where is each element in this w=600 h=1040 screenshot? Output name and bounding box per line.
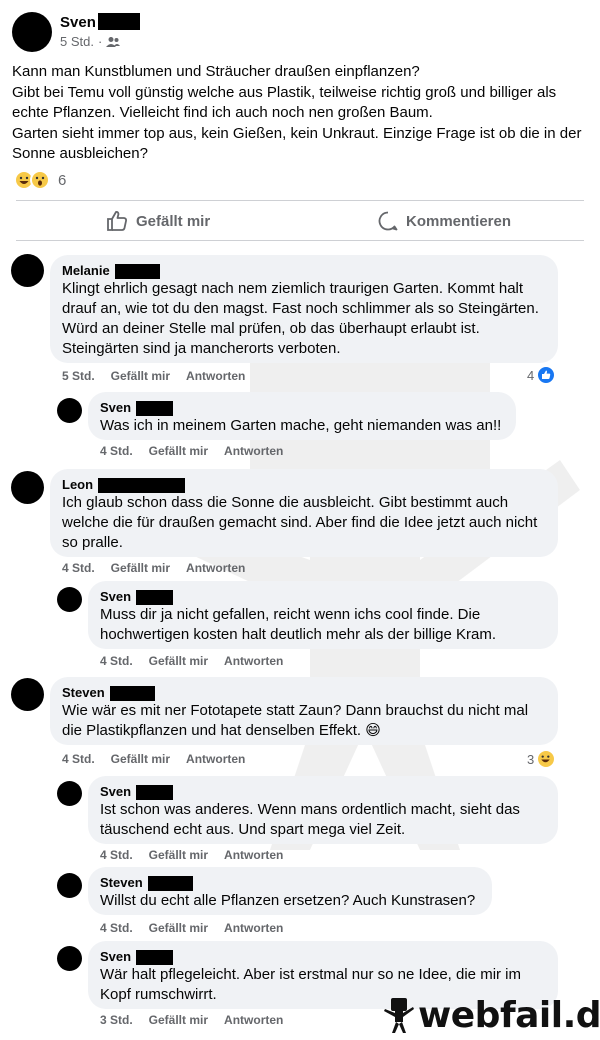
- comment-reply-button[interactable]: Antworten: [186, 369, 245, 383]
- grinning-emoji: 😄: [365, 722, 381, 739]
- friends-audience-icon: [106, 36, 121, 47]
- comment-actions: 4 Std. Gefällt mir Antworten: [100, 921, 283, 935]
- reply-avatar[interactable]: [57, 873, 82, 898]
- reply-bubble: Steven Willst du echt alle Pflanzen erse…: [88, 867, 492, 915]
- reply-avatar[interactable]: [57, 781, 82, 806]
- comment-actions: 5 Std. Gefällt mir Antworten: [62, 369, 245, 383]
- comment-like-button[interactable]: Gefällt mir: [111, 369, 170, 383]
- comment-author[interactable]: Melanie: [62, 263, 546, 279]
- comment-avatar[interactable]: [11, 471, 44, 504]
- comment-reply-button[interactable]: Antworten: [224, 444, 283, 458]
- comment-like-button[interactable]: Gefällt mir: [149, 444, 208, 458]
- post-meta: 5 Std. ·: [60, 34, 121, 49]
- redaction-bar: [136, 589, 174, 605]
- comment-like-button[interactable]: Gefällt mir: [149, 1013, 208, 1027]
- like-button-label: Gefällt mir: [136, 212, 211, 230]
- reply-avatar[interactable]: [57, 946, 82, 971]
- comment-timestamp[interactable]: 4 Std.: [62, 561, 95, 575]
- comment-reply-button[interactable]: Antworten: [224, 848, 283, 862]
- comment-actions: 4 Std. Gefällt mir Antworten: [100, 654, 283, 668]
- comment-like-button[interactable]: Gefällt mir: [111, 752, 170, 766]
- comment-bubble: Leon Ich glaub schon dass die Sonne die …: [50, 469, 558, 557]
- redaction-bar: [109, 685, 155, 701]
- laughing-reaction-icon: [537, 750, 556, 768]
- comment-timestamp[interactable]: 4 Std.: [100, 921, 133, 935]
- comment-actions: 4 Std. Gefällt mir Antworten: [100, 444, 283, 458]
- reply-bubble: Sven Was ich in meinem Garten mache, geh…: [88, 392, 516, 440]
- comment-actions: 4 Std. Gefällt mir Antworten: [62, 561, 245, 575]
- comment-timestamp[interactable]: 5 Std.: [62, 369, 95, 383]
- comment-reaction-count: 3: [527, 751, 535, 767]
- comment-reply-button[interactable]: Antworten: [224, 921, 283, 935]
- comment-author[interactable]: Sven: [100, 400, 504, 416]
- like-button[interactable]: Gefällt mir: [106, 206, 210, 236]
- comment-reaction-badge[interactable]: 4: [527, 366, 556, 384]
- comment-bubble: Melanie Klingt ehrlich gesagt nach nem z…: [50, 255, 558, 363]
- divider: [16, 240, 584, 241]
- comment-reply-button[interactable]: Antworten: [186, 561, 245, 575]
- redaction-bar: [98, 13, 140, 30]
- webfail-logo: webfail.de: [384, 995, 600, 1036]
- comment-reply-button[interactable]: Antworten: [224, 1013, 283, 1027]
- comment-reply-button[interactable]: Antworten: [186, 752, 245, 766]
- comment-timestamp[interactable]: 4 Std.: [62, 752, 95, 766]
- comment-text: Willst du echt alle Pflanzen ersetzen? A…: [100, 892, 476, 909]
- comment-reply-button[interactable]: Antworten: [224, 654, 283, 668]
- redaction-bar: [136, 949, 174, 965]
- comment-actions: 3 Std. Gefällt mir Antworten: [100, 1013, 283, 1027]
- comment-author[interactable]: Steven: [100, 875, 480, 891]
- webfail-logo-text: webfail.de: [418, 995, 600, 1036]
- redaction-bar: [114, 263, 160, 279]
- comment-actions: 4 Std. Gefällt mir Antworten: [100, 848, 283, 862]
- redaction-bar: [136, 784, 174, 800]
- wow-emoji-icon: [30, 170, 50, 190]
- reply-avatar[interactable]: [57, 587, 82, 612]
- comment-author[interactable]: Sven: [100, 949, 546, 965]
- comment-bubble-icon: [378, 211, 398, 231]
- post-body-text: Kann man Kunstblumen und Sträucher drauß…: [12, 63, 582, 162]
- comment-author[interactable]: Steven: [62, 685, 546, 701]
- divider: [16, 200, 584, 201]
- reply-bubble: Sven Ist schon was anderes. Wenn mans or…: [88, 776, 558, 844]
- webfail-mascot-icon: [384, 997, 414, 1033]
- redaction-bar: [136, 400, 174, 416]
- comment-avatar[interactable]: [11, 678, 44, 711]
- redaction-bar: [147, 875, 193, 891]
- like-reaction-icon: [537, 366, 556, 384]
- post-author-avatar[interactable]: [12, 12, 52, 52]
- comment-button[interactable]: Kommentieren: [378, 206, 511, 236]
- comment-like-button[interactable]: Gefällt mir: [111, 561, 170, 575]
- comment-like-button[interactable]: Gefällt mir: [149, 654, 208, 668]
- post-author-name[interactable]: Sven: [60, 14, 96, 31]
- comment-author[interactable]: Sven: [100, 589, 546, 605]
- comment-text: Ist schon was anderes. Wenn mans ordentl…: [100, 801, 520, 838]
- comment-button-label: Kommentieren: [406, 212, 512, 230]
- comment-text: Was ich in meinem Garten mache, geht nie…: [100, 417, 502, 434]
- comment-reaction-count: 4: [527, 367, 535, 383]
- comment-actions: 4 Std. Gefällt mir Antworten: [62, 752, 245, 766]
- comment-avatar[interactable]: [11, 254, 44, 287]
- reaction-count: 6: [58, 171, 67, 189]
- comment-text: Klingt ehrlich gesagt nach nem ziemlich …: [62, 280, 539, 357]
- reply-bubble: Sven Muss dir ja nicht gefallen, reicht …: [88, 581, 558, 649]
- meta-separator: ·: [97, 34, 103, 49]
- redaction-bar: [98, 477, 186, 493]
- comment-text: Wie wär es mit ner Fototapete statt Zaun…: [62, 702, 529, 739]
- post-timestamp[interactable]: 5 Std.: [60, 34, 94, 49]
- comment-timestamp[interactable]: 4 Std.: [100, 848, 133, 862]
- post-reactions-summary[interactable]: 6: [14, 170, 66, 190]
- thumbs-up-icon: [107, 211, 127, 231]
- comment-timestamp[interactable]: 3 Std.: [100, 1013, 133, 1027]
- comment-text: Muss dir ja nicht gefallen, reicht wenn …: [100, 606, 497, 643]
- comment-timestamp[interactable]: 4 Std.: [100, 654, 133, 668]
- comment-like-button[interactable]: Gefällt mir: [149, 921, 208, 935]
- comment-author[interactable]: Sven: [100, 784, 546, 800]
- comment-text: Ich glaub schon dass die Sonne die ausbl…: [62, 494, 538, 551]
- comment-timestamp[interactable]: 4 Std.: [100, 444, 133, 458]
- comment-reaction-badge[interactable]: 3: [527, 750, 556, 768]
- comment-like-button[interactable]: Gefällt mir: [149, 848, 208, 862]
- comment-bubble: Steven Wie wär es mit ner Fototapete sta…: [50, 677, 558, 745]
- reply-avatar[interactable]: [57, 398, 82, 423]
- comment-author[interactable]: Leon: [62, 477, 546, 493]
